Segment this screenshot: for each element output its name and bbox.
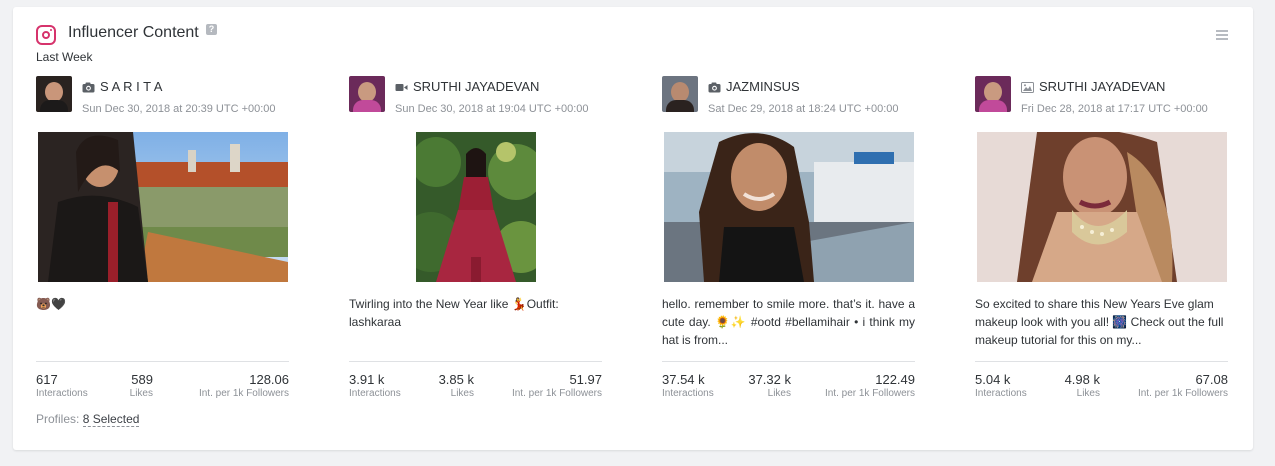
camera-icon [82,82,95,93]
likes-stat: 3.85 k Likes [438,372,474,399]
profiles-label: Profiles: [36,412,80,426]
post-date: Sat Dec 29, 2018 at 18:24 UTC +00:00 [708,103,899,115]
post-author[interactable]: S A R I T A [100,79,162,94]
post-caption: hello. remember to smile more. that’s it… [662,297,915,347]
avatar[interactable] [662,76,698,112]
instagram-icon [36,25,56,45]
int-per-1k-stat: 67.08 Int. per 1k Followers [1137,372,1228,399]
int-per-1k-stat: 128.06 Int. per 1k Followers [198,372,289,399]
interactions-stat: 5.04 k Interactions [975,372,1027,399]
profiles-filter: Profiles: 8 Selected [36,412,140,427]
interactions-stat: 617 Interactions [36,372,88,399]
post-author[interactable]: SRUTHI JAYADEVAN [1039,79,1165,94]
divider [349,361,602,362]
post-date: Sun Dec 30, 2018 at 20:39 UTC +00:00 [82,103,276,115]
interactions-stat: 3.91 k Interactions [349,372,401,399]
likes-stat: 589 Likes [129,372,153,399]
post-image[interactable] [977,132,1227,282]
influencer-content-widget: Influencer Content ? Last Week S A R I T… [13,7,1253,450]
post-date: Sun Dec 30, 2018 at 19:04 UTC +00:00 [395,103,589,115]
divider [975,361,1228,362]
likes-stat: 4.98 k Likes [1064,372,1100,399]
avatar[interactable] [975,76,1011,112]
likes-stat: 37.32 k Likes [748,372,791,399]
post-caption: 🐻🖤 [36,297,66,311]
date-range-label: Last Week [36,50,93,64]
hamburger-menu-icon[interactable] [1216,30,1228,40]
post-caption: So excited to share this New Years Eve g… [975,297,1224,347]
post-card[interactable]: SRUTHI JAYADEVAN Sun Dec 30, 2018 at 19:… [349,76,602,399]
post-image[interactable] [416,132,536,282]
post-card[interactable]: S A R I T A Sun Dec 30, 2018 at 20:39 UT… [36,76,289,399]
image-icon [1021,82,1034,93]
profiles-selector[interactable]: 8 Selected [82,412,140,427]
post-author[interactable]: SRUTHI JAYADEVAN [413,79,539,94]
video-camera-icon [395,82,408,93]
post-date: Fri Dec 28, 2018 at 17:17 UTC +00:00 [1021,103,1208,115]
camera-icon [708,82,721,93]
int-per-1k-stat: 51.97 Int. per 1k Followers [511,372,602,399]
post-image[interactable] [664,132,914,282]
post-author[interactable]: JAZMINSUS [726,79,800,94]
avatar[interactable] [36,76,72,112]
post-card[interactable]: JAZMINSUS Sat Dec 29, 2018 at 18:24 UTC … [662,76,915,399]
post-card[interactable]: SRUTHI JAYADEVAN Fri Dec 28, 2018 at 17:… [975,76,1228,399]
post-image[interactable] [38,132,288,282]
help-icon[interactable]: ? [206,24,217,35]
int-per-1k-stat: 122.49 Int. per 1k Followers [824,372,915,399]
divider [36,361,289,362]
post-caption: Twirling into the New Year like 💃Outfit:… [349,297,559,329]
avatar[interactable] [349,76,385,112]
widget-title: Influencer Content [68,24,199,41]
divider [662,361,915,362]
interactions-stat: 37.54 k Interactions [662,372,714,399]
